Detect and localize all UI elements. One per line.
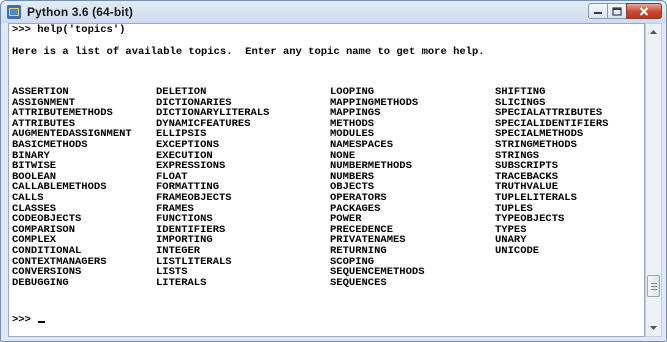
grip-line <box>651 289 657 290</box>
topic-item: INTEGER <box>156 244 201 257</box>
help-intro-text: Here is a list of available topics. Ente… <box>12 46 485 58</box>
topic-item: EXCEPTIONS <box>156 138 220 151</box>
minimize-icon <box>594 12 602 14</box>
topic-item: CALLS <box>12 191 44 204</box>
topic-item: DELETION <box>156 86 207 98</box>
console-output[interactable]: >>> help('topics') Here is a list of ava… <box>8 23 645 337</box>
maximize-icon <box>612 6 622 16</box>
grip-line <box>651 283 657 284</box>
prompt-text: >>> <box>12 314 38 326</box>
scroll-thumb[interactable] <box>647 275 660 297</box>
topic-item: LOOPING <box>330 86 375 98</box>
maximize-button[interactable] <box>607 3 627 19</box>
scroll-down-button[interactable] <box>646 320 661 336</box>
text-cursor <box>38 321 46 323</box>
python-icon <box>7 5 21 19</box>
final-prompt[interactable]: >>> <box>12 314 46 326</box>
topic-item: FRAMEOBJECTS <box>156 191 232 204</box>
topic-item: STRINGMETHODS <box>495 138 577 151</box>
vertical-scrollbar[interactable] <box>645 23 662 337</box>
window-title: Python 3.6 (64-bit) <box>27 5 133 19</box>
topic-item: CONDITIONAL <box>12 244 82 257</box>
arrow-up-icon <box>650 30 657 34</box>
scroll-up-button[interactable] <box>646 24 661 40</box>
topic-item: ASSERTION <box>12 86 69 98</box>
minimize-button[interactable] <box>588 3 608 19</box>
topic-item: OPERATORS <box>330 191 387 204</box>
topic-item: RETURNING <box>330 244 387 257</box>
arrow-down-icon <box>650 326 657 330</box>
topic-item: SEQUENCES <box>330 276 387 289</box>
topic-item: LITERALS <box>156 276 207 289</box>
grip-line <box>651 286 657 287</box>
close-icon <box>639 6 649 16</box>
topic-item: BASICMETHODS <box>12 138 88 151</box>
topic-item: NAMESPACES <box>330 138 394 151</box>
title-bar[interactable]: Python 3.6 (64-bit) <box>1 1 666 23</box>
topic-item: UNICODE <box>495 244 540 257</box>
topic-item: TUPLELITERALS <box>495 191 577 204</box>
close-button[interactable] <box>626 3 662 19</box>
python-console-window: Python 3.6 (64-bit) >>> help('topics') H… <box>0 0 667 342</box>
command-line: >>> help('topics') <box>12 24 126 36</box>
topic-item: SHIFTING <box>495 86 546 98</box>
topic-item: DEBUGGING <box>12 276 69 289</box>
